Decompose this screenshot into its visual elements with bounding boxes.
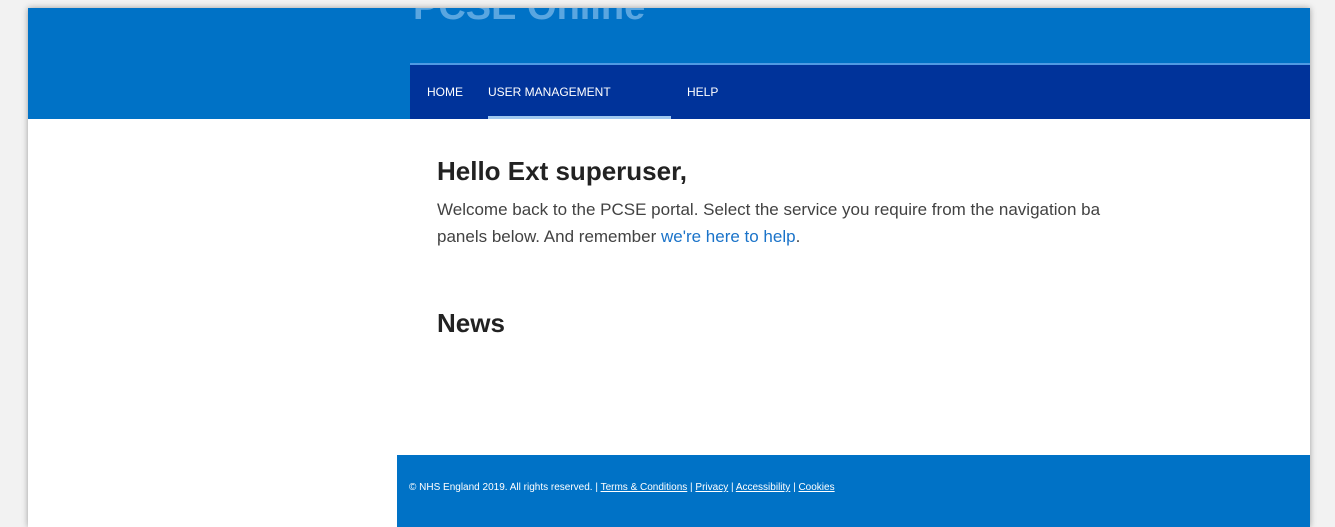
footer-link-cookies[interactable]: Cookies	[798, 482, 834, 493]
welcome-text-line1: Welcome back to the PCSE portal. Select …	[437, 200, 1101, 219]
nav-item-home[interactable]: HOME	[427, 65, 463, 119]
site-title[interactable]: PCSE Online	[413, 8, 645, 29]
main-navigation: HOME USER MANAGEMENT HELP	[410, 63, 1310, 119]
nav-item-help[interactable]: HELP	[687, 65, 718, 119]
nav-item-user-management[interactable]: USER MANAGEMENT	[488, 65, 611, 119]
help-link[interactable]: we're here to help	[661, 227, 796, 246]
welcome-message: Welcome back to the PCSE portal. Select …	[437, 196, 1310, 250]
active-tab-indicator	[488, 116, 671, 119]
footer-separator: |	[728, 482, 736, 493]
main-content: Hello Ext superuser, Welcome back to the…	[437, 154, 1310, 250]
footer: © NHS England 2019. All rights reserved.…	[397, 455, 1310, 527]
footer-link-privacy[interactable]: Privacy	[695, 482, 728, 493]
footer-copyright: © NHS England 2019. All rights reserved.…	[409, 482, 601, 493]
welcome-text-line2: panels below. And remember	[437, 227, 661, 246]
browser-viewport: PCSE Online HOME USER MANAGEMENT HELP He…	[28, 8, 1310, 527]
footer-link-accessibility[interactable]: Accessibility	[736, 482, 790, 493]
footer-link-terms[interactable]: Terms & Conditions	[601, 482, 688, 493]
greeting-heading: Hello Ext superuser,	[437, 156, 687, 186]
header-banner: PCSE Online HOME USER MANAGEMENT HELP	[28, 8, 1310, 119]
news-heading: News	[437, 308, 505, 338]
welcome-text-end: .	[795, 227, 801, 246]
footer-text: © NHS England 2019. All rights reserved.…	[409, 482, 835, 493]
